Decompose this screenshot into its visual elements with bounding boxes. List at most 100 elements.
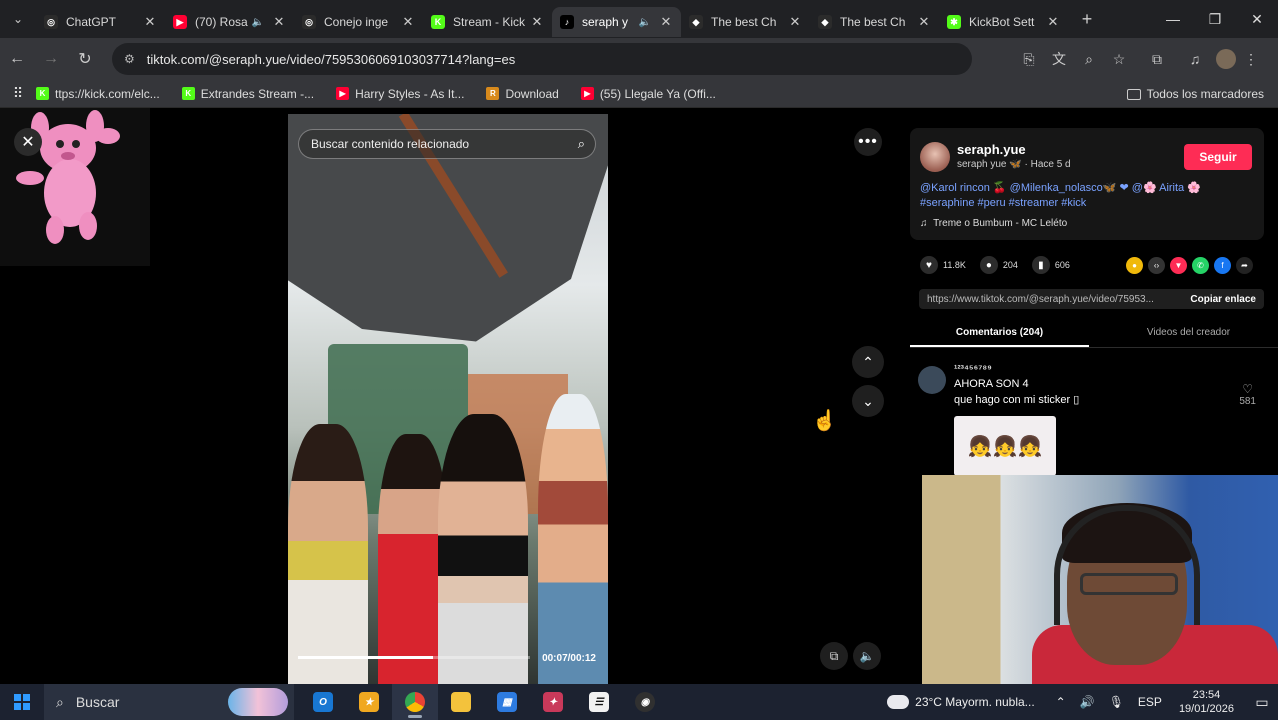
weather-widget[interactable]: 23°C Mayorm. nubla...	[884, 690, 1035, 709]
clock-date: 19/01/2026	[1178, 703, 1234, 715]
follow-button[interactable]: Seguir	[1184, 144, 1252, 170]
whatsapp-share-icon[interactable]: ✆	[1192, 257, 1209, 274]
previous-video-icon[interactable]: ⌃	[852, 346, 884, 378]
tab-close-icon[interactable]: ✕	[530, 14, 544, 30]
minimize-icon[interactable]: —	[1152, 0, 1194, 38]
notifications-icon[interactable]: ▭	[1246, 694, 1278, 711]
bookmark-item[interactable]: ▶ Harry Styles - As It...	[336, 87, 464, 101]
taskbar-app-medal[interactable]: ★	[346, 684, 392, 720]
microphone-icon[interactable]: 🎙	[1109, 695, 1124, 709]
restore-icon[interactable]: ❐	[1194, 0, 1236, 38]
taskbar-app-explorer[interactable]	[438, 684, 484, 720]
tab-close-icon[interactable]: ✕	[788, 14, 802, 30]
browser-tab[interactable]: ▶ (70) Rosa 🔈 ✕	[165, 7, 294, 37]
video-player[interactable]: Buscar contenido relacionado ⌕ 00:07/00:…	[288, 114, 608, 684]
language-indicator[interactable]: ESP	[1138, 695, 1162, 709]
like-button[interactable]: ♥ 11.8K	[920, 256, 966, 274]
music-line[interactable]: ♫ Treme o Bumbum - MC Leléto	[920, 218, 1067, 229]
share-share-icon[interactable]: ➦	[1236, 257, 1253, 274]
tab-close-icon[interactable]: ✕	[917, 14, 931, 30]
browser-tab[interactable]: ◆ The best Ch ✕	[681, 7, 810, 37]
close-video-button[interactable]: ✕	[14, 128, 42, 156]
bookmark-star-icon[interactable]: ☆	[1104, 51, 1134, 68]
author-name[interactable]: seraph.yue	[957, 142, 1026, 157]
tab-close-icon[interactable]: ✕	[401, 14, 415, 30]
tab-audio-icon[interactable]: 🔈	[252, 17, 264, 28]
zoom-icon[interactable]: ⌕	[1074, 51, 1104, 68]
browser-tab[interactable]: ◎ ChatGPT ✕	[36, 7, 165, 37]
video-description[interactable]: @Karol rincon 🍒 @Milenka_nolasco🦋 ❤ @🌸 A…	[920, 181, 1250, 211]
browser-tab[interactable]: ♪ seraph y 🔈 ✕	[552, 7, 681, 37]
video-person-3	[438, 414, 528, 684]
taskbar-app-outlook[interactable]: O	[300, 684, 346, 720]
tab-creator-videos[interactable]: Videos del creador	[1099, 320, 1278, 347]
clock[interactable]: 23:54 19/01/2026	[1179, 688, 1234, 716]
comment-like-button[interactable]: ♡ 581	[1239, 382, 1256, 407]
taskbar-app-store[interactable]: ▦	[484, 684, 530, 720]
new-tab-button[interactable]: +	[1072, 9, 1102, 30]
bookmark-item[interactable]: Kttps://kick.com/elc...	[36, 87, 160, 101]
bookmark-item[interactable]: R Download	[486, 87, 559, 101]
facebook-share-icon[interactable]: f	[1214, 257, 1231, 274]
browser-tab[interactable]: ◆ The best Ch ✕	[810, 7, 939, 37]
close-window-icon[interactable]: ✕	[1236, 0, 1278, 38]
comment-sticker-image[interactable]: 👧👧👧	[954, 416, 1056, 476]
tab-close-icon[interactable]: ✕	[143, 14, 157, 30]
tab-comments[interactable]: Comentarios (204)	[910, 320, 1089, 347]
extensions-icon[interactable]: ⧉	[1142, 51, 1172, 68]
commenter-name[interactable]: ¹²³⁴⁵⁶⁷⁸⁹	[954, 364, 992, 375]
taskbar-search[interactable]: ⌕ Buscar	[44, 684, 294, 720]
all-bookmarks-button[interactable]: Todos los marcadores	[1126, 80, 1264, 108]
apps-grid-icon[interactable]: ⠿	[0, 85, 36, 102]
speaker-icon[interactable]: 🔊	[1080, 695, 1095, 709]
commenter-avatar[interactable]	[918, 366, 946, 394]
tab-close-icon[interactable]: ✕	[659, 14, 673, 30]
volume-icon[interactable]: 🔈	[853, 642, 881, 670]
bookmark-label: Extrandes Stream -...	[200, 86, 315, 101]
taskbar-app-streamlabs[interactable]: ☰	[576, 684, 622, 720]
address-bar[interactable]: ⚙ tiktok.com/@seraph.yue/video/759530606…	[112, 43, 972, 75]
taskbar-app-obs[interactable]: ◉	[622, 684, 668, 720]
coin-share-icon[interactable]: ●	[1126, 257, 1143, 274]
more-options-icon[interactable]: •••	[854, 128, 882, 156]
picture-in-picture-icon[interactable]: ⧉	[820, 642, 848, 670]
comment-button[interactable]: ● 204	[979, 256, 1018, 274]
translate-icon[interactable]: 文	[1044, 49, 1074, 69]
related-search-input[interactable]: Buscar contenido relacionado ⌕	[298, 129, 596, 159]
tab-search-icon[interactable]: ⌄	[0, 0, 36, 38]
windows-logo-icon	[14, 694, 30, 710]
next-video-icon[interactable]: ⌄	[852, 385, 884, 417]
browser-tab[interactable]: K Stream - Kick ✕	[423, 7, 552, 37]
bookmark-item[interactable]: ▶ (55) Llegale Ya (Offi...	[580, 87, 716, 101]
media-control-icon[interactable]: ♫	[1180, 51, 1210, 67]
embed-share-icon[interactable]: ‹›	[1148, 257, 1165, 274]
comment-tabs: Comentarios (204) Videos del creador	[910, 320, 1278, 348]
copy-link-button[interactable]: Copiar enlace	[1190, 294, 1256, 305]
tab-close-icon[interactable]: ✕	[272, 14, 286, 30]
reload-icon[interactable]: ↻	[68, 49, 102, 69]
taskbar-app-chrome[interactable]	[392, 684, 438, 720]
install-app-icon[interactable]: ⎘	[1014, 51, 1044, 68]
tray-expand-icon[interactable]: ⌃	[1056, 695, 1066, 709]
forward-icon[interactable]: →	[34, 50, 68, 68]
tab-label: ChatGPT	[66, 15, 117, 29]
browser-tab[interactable]: ◎ Conejo inge ✕	[294, 7, 423, 37]
profile-avatar[interactable]	[1216, 49, 1236, 69]
tab-favicon-icon: ▶	[173, 15, 187, 29]
share-link-text[interactable]: https://www.tiktok.com/@seraph.yue/video…	[927, 294, 1154, 305]
start-button[interactable]	[0, 684, 44, 720]
tab-close-icon[interactable]: ✕	[1046, 14, 1060, 30]
menu-kebab-icon[interactable]: ⋮	[1236, 51, 1266, 68]
back-icon[interactable]: ←	[0, 50, 34, 68]
browser-tab[interactable]: ✱ KickBot Sett ✕	[939, 7, 1068, 37]
taskbar-app-obs-tool[interactable]: ✦	[530, 684, 576, 720]
site-info-icon[interactable]: ⚙	[124, 52, 135, 66]
author-avatar[interactable]	[920, 142, 950, 172]
save-button[interactable]: ▮ 606	[1031, 256, 1070, 274]
system-tray: 23°C Mayorm. nubla... ⌃ 🔊 🎙 ESP 23:54 19…	[884, 684, 1278, 720]
send-share-icon[interactable]: ▼	[1170, 257, 1187, 274]
video-progress-bar[interactable]	[298, 656, 530, 659]
search-icon[interactable]: ⌕	[578, 136, 585, 152]
bookmark-item[interactable]: K Extrandes Stream -...	[181, 86, 315, 101]
tab-audio-icon[interactable]: 🔈	[639, 17, 651, 28]
